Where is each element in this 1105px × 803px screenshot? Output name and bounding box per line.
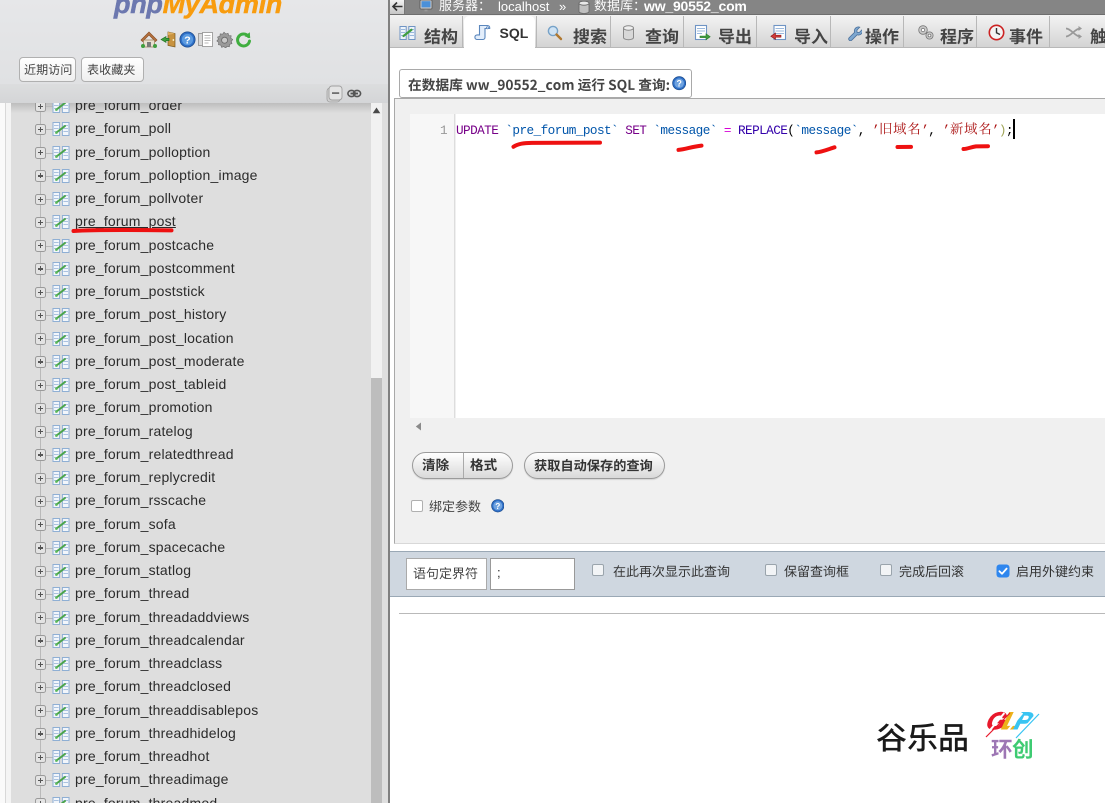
svg-text:?: ? [184,34,190,46]
svg-text:?: ? [676,79,681,89]
svg-text:?: ? [495,501,500,511]
